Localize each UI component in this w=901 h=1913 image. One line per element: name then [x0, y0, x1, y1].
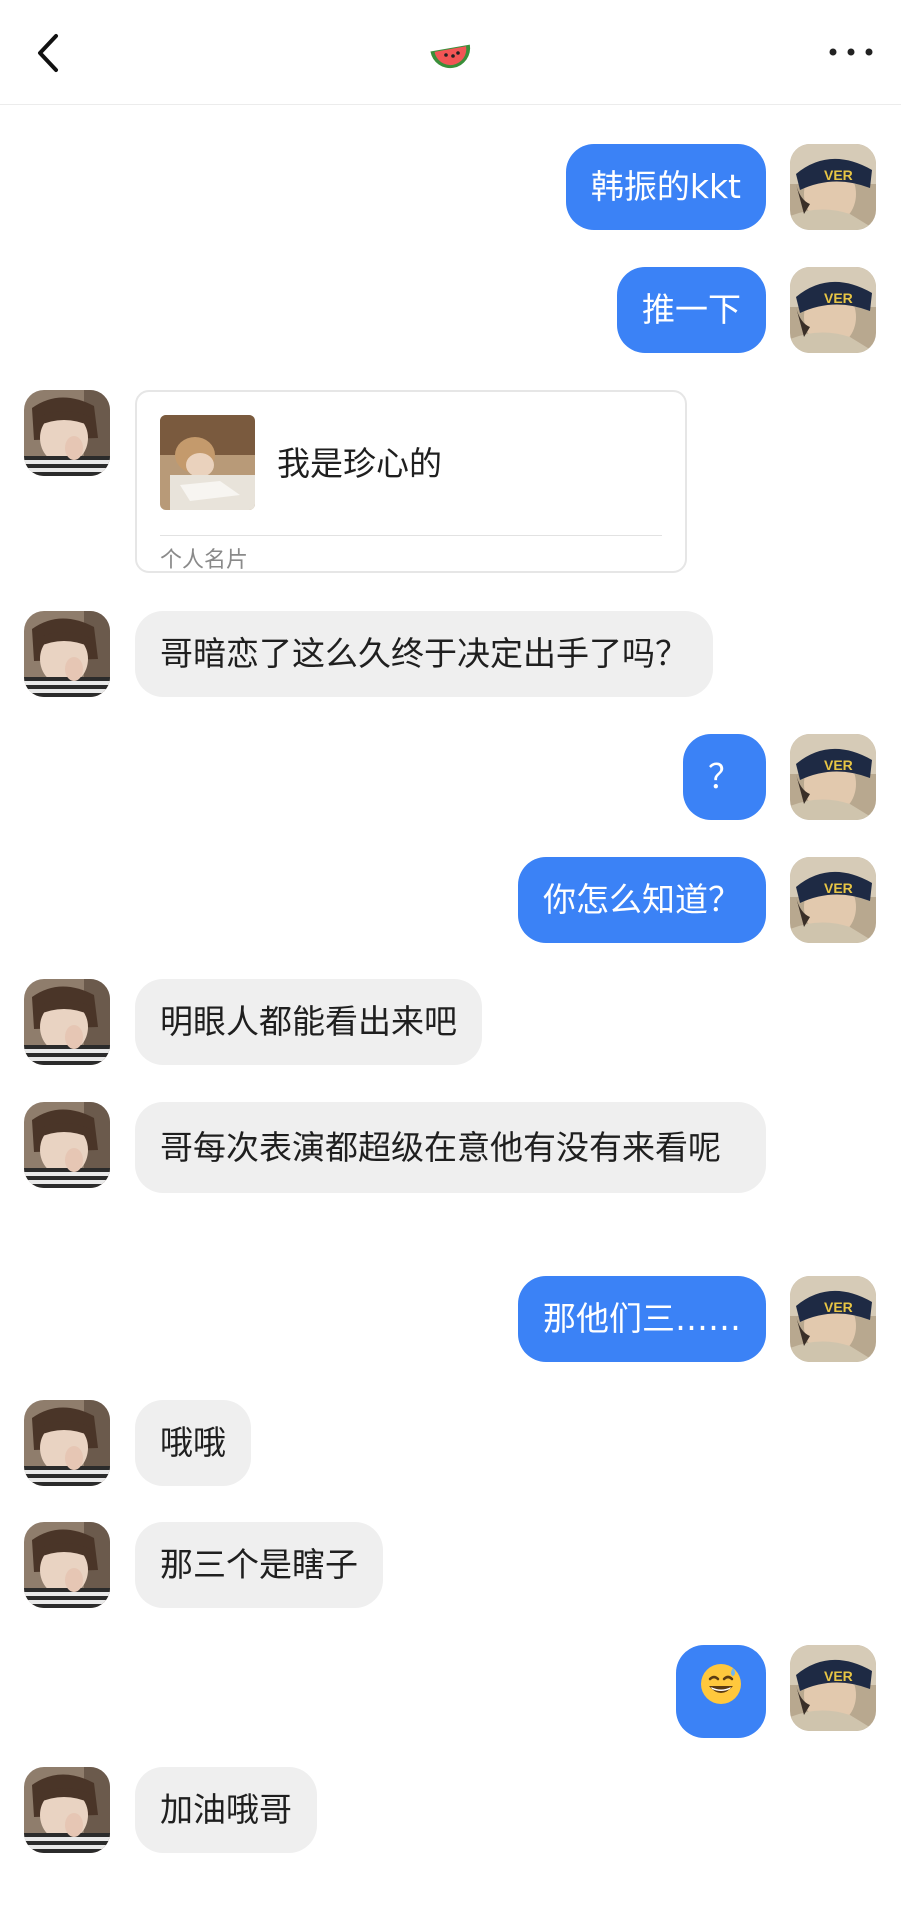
contact-card-photo: [160, 415, 255, 510]
contact-avatar[interactable]: [24, 1400, 110, 1486]
contact-card-label: 个人名片: [160, 548, 249, 573]
received-message[interactable]: 那三个是瞎子: [135, 1522, 383, 1608]
received-message[interactable]: 哥每次表演都超级在意他有没有来看呢: [135, 1102, 766, 1193]
my-avatar[interactable]: [790, 144, 876, 230]
my-avatar[interactable]: [790, 1645, 876, 1731]
contact-avatar[interactable]: [24, 1767, 110, 1853]
my-avatar[interactable]: [790, 857, 876, 943]
contact-avatar[interactable]: [24, 1522, 110, 1608]
watermelon-icon: [426, 28, 476, 78]
received-message[interactable]: 加油哦哥: [135, 1767, 317, 1853]
sent-message[interactable]: [676, 1645, 766, 1738]
divider: [160, 535, 662, 536]
sweat-smile-emoji: [699, 1662, 743, 1721]
sent-message[interactable]: 推一下: [617, 267, 766, 353]
sent-message[interactable]: ？: [683, 734, 766, 820]
my-avatar[interactable]: [790, 267, 876, 353]
sent-message[interactable]: 你怎么知道？: [518, 857, 766, 943]
contact-avatar[interactable]: [24, 390, 110, 476]
my-avatar[interactable]: [790, 1276, 876, 1362]
contact-card[interactable]: 我是珍心的 个人名片: [135, 390, 687, 573]
contact-card-name: 我是珍心的: [277, 444, 442, 483]
sent-message[interactable]: 韩振的kkt: [565, 144, 766, 230]
sent-message[interactable]: 那他们三……: [518, 1276, 766, 1362]
contact-avatar[interactable]: [24, 611, 110, 697]
contact-avatar[interactable]: [24, 1102, 110, 1188]
chat-header: [0, 0, 901, 105]
more-horizontal-icon[interactable]: [821, 30, 881, 74]
contact-avatar[interactable]: [24, 979, 110, 1065]
received-message[interactable]: 明眼人都能看出来吧: [135, 979, 482, 1065]
received-message[interactable]: 哦哦: [135, 1400, 251, 1486]
received-message[interactable]: 哥暗恋了这么久终于决定出手了吗？: [135, 611, 713, 697]
chevron-left-icon[interactable]: [30, 28, 70, 78]
my-avatar[interactable]: [790, 734, 876, 820]
